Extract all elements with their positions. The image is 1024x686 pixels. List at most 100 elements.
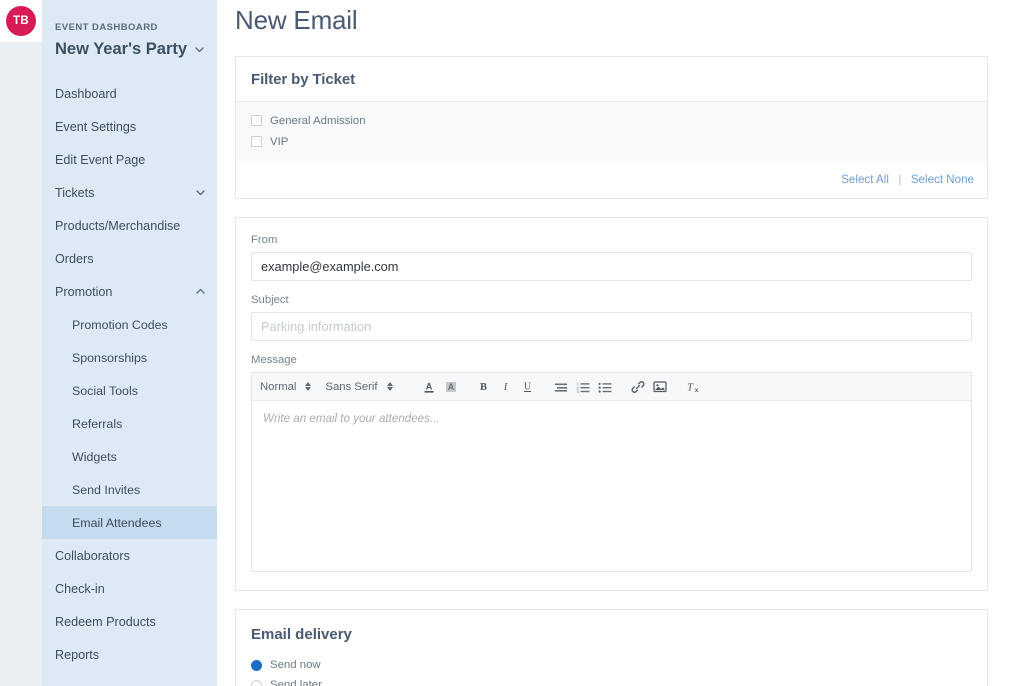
sidebar-item-label: Referrals: [72, 416, 123, 431]
delivery-option-row[interactable]: Send later: [251, 675, 972, 686]
message-editor: Normal Sans Serif A A B I U 1 2 3 T x Wr…: [251, 372, 972, 572]
svg-text:I: I: [503, 382, 508, 393]
subject-input[interactable]: Parking information: [251, 312, 972, 341]
radio-unselected-icon[interactable]: [251, 679, 262, 686]
delivery-option-row[interactable]: Send now: [251, 655, 972, 675]
list-tools: 123: [550, 376, 616, 398]
delivery-card-title: Email delivery: [251, 626, 352, 643]
sidebar-item-sponsorships[interactable]: Sponsorships: [42, 341, 217, 374]
insert-tools: [627, 376, 671, 398]
email-delivery-card: Email delivery Send now Send later: [235, 609, 988, 686]
delivery-radio-group: Send now Send later: [251, 655, 972, 686]
page-title: New Email: [235, 5, 358, 35]
delivery-option-label: Send later: [270, 679, 322, 686]
sidebar-item-event-settings[interactable]: Event Settings: [42, 110, 217, 143]
svg-text:U: U: [524, 382, 532, 393]
from-label: From: [251, 234, 278, 246]
sidebar-item-label: Reports: [55, 647, 100, 662]
bold-icon[interactable]: B: [473, 376, 495, 398]
sidebar-item-tickets[interactable]: Tickets: [42, 176, 217, 209]
chevron-down-icon: [195, 187, 206, 198]
sidebar-item-products-merchandise[interactable]: Products/Merchandise: [42, 209, 217, 242]
sidebar-item-redeem-products[interactable]: Redeem Products: [42, 605, 217, 638]
sidebar-item-orders[interactable]: Orders: [42, 242, 217, 275]
clear-formatting-icon[interactable]: Tx: [682, 376, 704, 398]
image-icon[interactable]: [649, 376, 671, 398]
sidebar-item-label: Dashboard: [55, 86, 117, 101]
sidebar-item-label: Event Settings: [55, 119, 137, 134]
sidebar-item-label: Redeem Products: [55, 614, 156, 629]
block-format-value: Normal: [260, 380, 297, 393]
sidebar-item-promotion-codes[interactable]: Promotion Codes: [42, 308, 217, 341]
sidebar: EVENT DASHBOARD New Year's Party Dashboa…: [42, 0, 217, 686]
sidebar-item-label: Products/Merchandise: [55, 218, 181, 233]
subject-label: Subject: [251, 294, 289, 306]
svg-text:3: 3: [576, 389, 579, 393]
chevron-down-icon: [194, 44, 205, 55]
background-color-icon[interactable]: A: [440, 376, 462, 398]
link-icon[interactable]: [627, 376, 649, 398]
sidebar-item-widgets[interactable]: Widgets: [42, 440, 217, 473]
event-switcher[interactable]: New Year's Party: [42, 33, 217, 59]
filter-card-title: Filter by Ticket: [251, 71, 355, 88]
sidebar-eyebrow: EVENT DASHBOARD: [55, 22, 158, 33]
italic-icon[interactable]: I: [495, 376, 517, 398]
radio-selected-icon[interactable]: [251, 659, 262, 671]
sidebar-item-send-invites[interactable]: Send Invites: [42, 473, 217, 506]
ticket-filter-row[interactable]: VIP: [251, 131, 972, 152]
filter-card-header: Filter by Ticket: [236, 57, 987, 102]
sidebar-item-label: Sponsorships: [72, 350, 148, 365]
checkbox-icon[interactable]: [251, 115, 262, 126]
sidebar-item-social-tools[interactable]: Social Tools: [42, 374, 217, 407]
sidebar-item-label: Collaborators: [55, 548, 130, 563]
sidebar-item-reports[interactable]: Reports: [42, 638, 217, 671]
left-rail: TB: [0, 0, 42, 686]
filter-by-ticket-card: Filter by Ticket General Admission VIP Se…: [235, 56, 988, 199]
bullet-list-icon[interactable]: [594, 376, 616, 398]
message-textarea[interactable]: Write an email to your attendees...: [252, 401, 971, 571]
sidebar-item-edit-event-page[interactable]: Edit Event Page: [42, 143, 217, 176]
sidebar-item-label: Check-in: [55, 581, 105, 596]
sidebar-item-label: Email Attendees: [72, 515, 162, 530]
chevron-updown-icon: [386, 382, 393, 391]
sidebar-item-dashboard[interactable]: Dashboard: [42, 77, 217, 110]
sidebar-item-label: Widgets: [72, 449, 117, 464]
sidebar-item-check-in[interactable]: Check-in: [42, 572, 217, 605]
sidebar-item-promotion[interactable]: Promotion: [42, 275, 217, 308]
chevron-up-icon: [195, 286, 206, 297]
sidebar-item-referrals[interactable]: Referrals: [42, 407, 217, 440]
avatar[interactable]: TB: [0, 0, 42, 42]
ticket-filter-label: General Admission: [270, 114, 366, 127]
text-style-tools: B I U: [473, 376, 539, 398]
message-label: Message: [251, 354, 297, 366]
email-form-card: From example@example.com Subject Parking…: [235, 217, 988, 591]
select-all-link[interactable]: Select All: [841, 173, 889, 186]
delivery-option-label: Send now: [270, 659, 321, 671]
color-tools: A A: [418, 376, 462, 398]
font-family-value: Sans Serif: [325, 380, 378, 393]
sidebar-item-label: Send Invites: [72, 482, 141, 497]
ordered-list-icon[interactable]: 123: [572, 376, 594, 398]
sidebar-item-label: Tickets: [55, 185, 95, 200]
svg-text:T: T: [687, 382, 694, 393]
link-separator: |: [898, 173, 902, 186]
from-input[interactable]: example@example.com: [251, 252, 972, 281]
ticket-checkbox-list: General Admission VIP: [236, 102, 987, 161]
ticket-filter-label: VIP: [270, 135, 289, 148]
text-color-icon[interactable]: A: [418, 376, 440, 398]
underline-icon[interactable]: U: [517, 376, 539, 398]
font-family-select[interactable]: Sans Serif: [325, 380, 393, 393]
sidebar-item-label: Promotion Codes: [72, 317, 168, 332]
sidebar-item-collaborators[interactable]: Collaborators: [42, 539, 217, 572]
block-format-select[interactable]: Normal: [260, 380, 312, 393]
sidebar-item-email-attendees[interactable]: Email Attendees: [42, 506, 217, 539]
svg-text:A: A: [447, 382, 454, 392]
clear-format-tools: Tx: [682, 376, 704, 398]
select-none-link[interactable]: Select None: [911, 173, 974, 186]
filter-card-footer: Select All | Select None: [236, 161, 987, 198]
ticket-filter-row[interactable]: General Admission: [251, 110, 972, 131]
blockquote-icon[interactable]: [550, 376, 572, 398]
sidebar-item-label: Orders: [55, 251, 94, 266]
checkbox-icon[interactable]: [251, 136, 262, 147]
svg-text:x: x: [694, 388, 698, 394]
